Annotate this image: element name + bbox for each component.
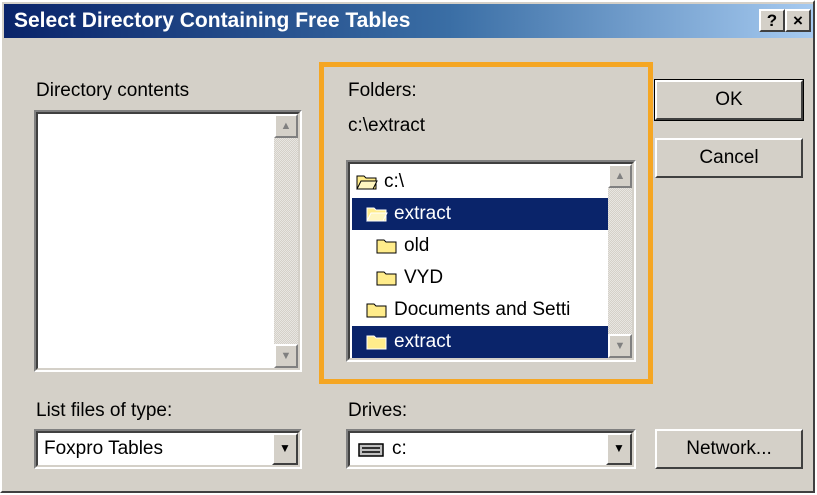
current-path: c:\extract bbox=[348, 115, 426, 136]
help-button[interactable]: ? bbox=[759, 9, 785, 32]
folder-name: VYD bbox=[404, 267, 444, 288]
cancel-button[interactable]: Cancel bbox=[655, 138, 803, 178]
scroll-down-button[interactable]: ▼ bbox=[274, 344, 298, 368]
open-folder-icon bbox=[366, 207, 388, 222]
folders-tree[interactable]: c:\ extract old VYD Documents and Setti … bbox=[346, 160, 636, 362]
file-type-select[interactable]: Foxpro Tables ▼ bbox=[34, 429, 302, 469]
drives-select[interactable]: c: ▼ bbox=[346, 429, 636, 469]
network-button[interactable]: Network... bbox=[655, 429, 803, 469]
folder-item-selected[interactable]: extract bbox=[352, 198, 616, 230]
scroll-up-button[interactable]: ▲ bbox=[608, 164, 632, 188]
directory-contents-label: Directory contents bbox=[36, 80, 190, 101]
directory-contents-list[interactable]: ▲ ▼ bbox=[34, 110, 302, 372]
folders-label: Folders: bbox=[348, 80, 417, 101]
chevron-down-icon[interactable]: ▼ bbox=[272, 433, 298, 465]
file-type-label: List files of type: bbox=[36, 400, 173, 421]
close-button[interactable]: × bbox=[785, 9, 811, 32]
folder-icon bbox=[376, 271, 397, 286]
folder-icon bbox=[376, 239, 397, 254]
folder-item[interactable]: old bbox=[352, 230, 626, 262]
folders-scrollbar[interactable] bbox=[608, 164, 632, 358]
title-bar[interactable]: Select Directory Containing Free Tables … bbox=[4, 4, 813, 38]
folder-name: c:\ bbox=[384, 171, 405, 192]
chevron-down-icon[interactable]: ▼ bbox=[606, 433, 632, 465]
select-directory-dialog: Select Directory Containing Free Tables … bbox=[0, 0, 815, 493]
folder-item[interactable]: VYD bbox=[352, 262, 626, 294]
ok-button[interactable]: OK bbox=[654, 79, 804, 121]
folder-icon bbox=[366, 335, 387, 350]
file-type-value: Foxpro Tables bbox=[44, 438, 163, 459]
folder-name: extract bbox=[394, 203, 452, 224]
folder-name: old bbox=[404, 235, 430, 256]
scroll-up-button[interactable]: ▲ bbox=[274, 114, 298, 138]
scroll-down-button[interactable]: ▼ bbox=[608, 334, 632, 358]
folder-name: extract bbox=[394, 331, 452, 352]
folder-item[interactable]: Documents and Setti bbox=[352, 294, 616, 326]
folder-name: Documents and Setti bbox=[394, 299, 571, 320]
folder-item-selected[interactable]: extract bbox=[352, 326, 616, 358]
open-folder-icon bbox=[356, 175, 378, 190]
folder-item[interactable]: c:\ bbox=[352, 166, 606, 198]
drive-icon bbox=[358, 443, 384, 457]
dialog-title: Select Directory Containing Free Tables bbox=[14, 9, 411, 32]
drives-label: Drives: bbox=[348, 400, 408, 421]
directory-scrollbar[interactable] bbox=[274, 114, 298, 368]
drive-value: c: bbox=[392, 438, 407, 459]
folder-icon bbox=[366, 303, 387, 318]
